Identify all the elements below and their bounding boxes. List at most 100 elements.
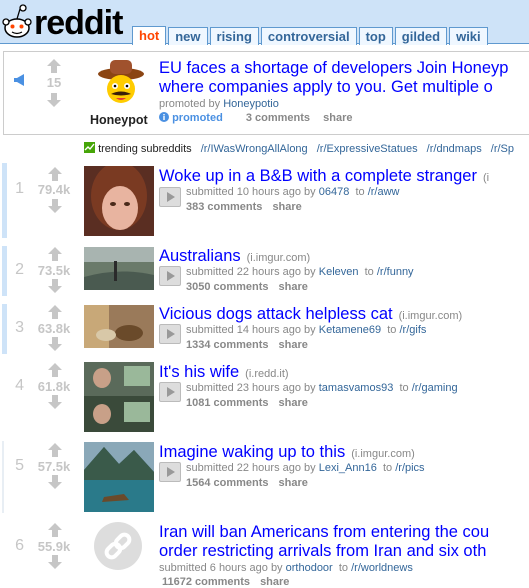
post-thumbnail[interactable]: [84, 305, 154, 348]
expando-button[interactable]: [159, 324, 181, 344]
post-title-text: Vicious dogs attack helpless cat: [159, 305, 393, 323]
comments-link[interactable]: 3 comments: [246, 112, 310, 124]
expando-button[interactable]: [159, 462, 181, 482]
subreddit-link[interactable]: /r/worldnews: [351, 562, 413, 574]
subreddit-link[interactable]: /r/aww: [368, 186, 400, 198]
author-link[interactable]: 06478: [319, 186, 350, 198]
comments-link[interactable]: 3050 comments: [186, 281, 269, 293]
post-title-line-2[interactable]: order restricting arrivals from Iran and…: [159, 542, 486, 561]
visited-indicator: [2, 441, 4, 513]
tab-hot[interactable]: hot: [132, 26, 167, 45]
tab-top[interactable]: top: [358, 27, 393, 45]
share-link[interactable]: share: [279, 281, 308, 293]
post-title-text: Woke up in a B&B with a complete strange…: [159, 167, 477, 185]
expando-button[interactable]: [159, 187, 181, 207]
downvote-arrow-icon[interactable]: [48, 199, 62, 213]
tab-new[interactable]: new: [168, 27, 208, 45]
portrait-thumbnail: [84, 166, 154, 236]
upvote-arrow-icon[interactable]: [48, 247, 62, 261]
trending-sub-2[interactable]: /r/ExpressiveStatues: [317, 143, 418, 155]
tab-gilded[interactable]: gilded: [394, 27, 448, 45]
author-link[interactable]: Ketamene69: [319, 324, 381, 336]
downvote-arrow-icon[interactable]: [48, 475, 62, 489]
post-title-line-1[interactable]: Iran will ban Americans from entering th…: [159, 523, 489, 542]
upvote-arrow-icon[interactable]: [48, 443, 62, 457]
post-title[interactable]: Australians (i.imgur.com): [159, 247, 310, 268]
comments-link[interactable]: 1081 comments: [186, 397, 269, 409]
brand-wordmark: reddit: [34, 4, 123, 42]
promoted-post: 15 Honeypot EU faces a shortage of devel…: [3, 51, 529, 135]
subreddit-link[interactable]: /r/pics: [395, 462, 424, 474]
tab-rising[interactable]: rising: [209, 27, 259, 45]
trending-sub-1[interactable]: /r/IWasWrongAllAlong: [201, 143, 308, 155]
upvote-arrow-icon[interactable]: [48, 167, 62, 181]
upvote-arrow-icon[interactable]: [48, 363, 62, 377]
by-label: by: [304, 266, 316, 278]
share-link[interactable]: share: [323, 112, 352, 124]
post-thumbnail[interactable]: [84, 166, 154, 236]
tab-wiki[interactable]: wiki: [449, 27, 488, 45]
upvote-arrow-icon[interactable]: [48, 305, 62, 319]
post-domain[interactable]: (i.imgur.com): [399, 310, 463, 322]
trending-sub-4[interactable]: /r/Sp: [491, 143, 514, 155]
share-link[interactable]: share: [279, 339, 308, 351]
share-link[interactable]: share: [279, 397, 308, 409]
comments-link[interactable]: 1564 comments: [186, 477, 269, 489]
post-title[interactable]: Woke up in a B&B with a complete strange…: [159, 167, 489, 188]
author-link[interactable]: tamasvamos93: [319, 382, 394, 394]
post-buttons: 383 comments share: [186, 201, 312, 213]
tab-controversial[interactable]: controversial: [260, 27, 357, 45]
post-thumbnail[interactable]: [84, 362, 154, 432]
post-title-line-2[interactable]: where companies apply to you. Get multip…: [159, 78, 493, 97]
post-age: 6 hours ago: [209, 562, 268, 574]
post-buttons: promoted 3 comments share: [159, 112, 362, 124]
subreddit-link[interactable]: /r/funny: [377, 266, 414, 278]
downvote-arrow-icon[interactable]: [48, 279, 62, 293]
comments-link[interactable]: 11672 comments: [162, 576, 250, 588]
submitted-label: submitted: [186, 266, 234, 278]
post-title-line-1[interactable]: EU faces a shortage of developers Join H…: [159, 59, 508, 78]
share-link[interactable]: share: [260, 576, 289, 588]
to-label: to: [364, 266, 374, 278]
link-thumbnail[interactable]: [94, 522, 142, 570]
post-age: 23 hours ago: [236, 382, 301, 394]
post-domain[interactable]: (i.imgur.com): [351, 448, 415, 460]
post-title[interactable]: It's his wife (i.redd.it): [159, 363, 289, 384]
downvote-arrow-icon[interactable]: [48, 395, 62, 409]
post-score: 15: [46, 75, 62, 90]
author-link[interactable]: Honeypotio: [223, 98, 279, 110]
trending-sub-3[interactable]: /r/dndmaps: [427, 143, 482, 155]
post-thumbnail[interactable]: [84, 247, 154, 290]
tagline-prefix: promoted by: [159, 98, 221, 110]
expando-button[interactable]: [159, 382, 181, 402]
upvote-arrow-icon[interactable]: [47, 59, 61, 73]
post-rank: 5: [15, 457, 24, 474]
upvote-arrow-icon[interactable]: [48, 523, 62, 537]
post-buttons: 3050 comments share: [186, 281, 318, 293]
subreddit-link[interactable]: /r/gaming: [412, 382, 458, 394]
submitted-label: submitted: [186, 382, 234, 394]
sponsor-logo[interactable]: Honeypot: [90, 58, 152, 130]
comments-link[interactable]: 1334 comments: [186, 339, 269, 351]
post-thumbnail[interactable]: [84, 442, 154, 512]
post-title[interactable]: Imagine waking up to this (i.imgur.com): [159, 443, 415, 464]
author-link[interactable]: Lexi_Ann16: [319, 462, 377, 474]
trending-icon: [84, 142, 95, 153]
post-domain[interactable]: (i.redd.it): [245, 368, 288, 380]
post-rank: 4: [15, 377, 24, 394]
downvote-arrow-icon[interactable]: [48, 337, 62, 351]
share-link[interactable]: share: [279, 477, 308, 489]
comments-link[interactable]: 383 comments: [186, 201, 262, 213]
chain-link-icon: [104, 532, 132, 560]
subreddit-link[interactable]: /r/gifs: [400, 324, 427, 336]
post-title[interactable]: Vicious dogs attack helpless cat (i.imgur…: [159, 305, 462, 326]
author-link[interactable]: orthodoor: [286, 562, 333, 574]
downvote-arrow-icon[interactable]: [48, 555, 62, 569]
post-domain[interactable]: (i.imgur.com): [247, 252, 311, 264]
expando-button[interactable]: [159, 266, 181, 286]
reddit-logo[interactable]: reddit: [2, 3, 132, 43]
post-domain[interactable]: (i: [483, 172, 489, 184]
downvote-arrow-icon[interactable]: [47, 93, 61, 107]
author-link[interactable]: Keleven: [319, 266, 359, 278]
share-link[interactable]: share: [272, 201, 301, 213]
